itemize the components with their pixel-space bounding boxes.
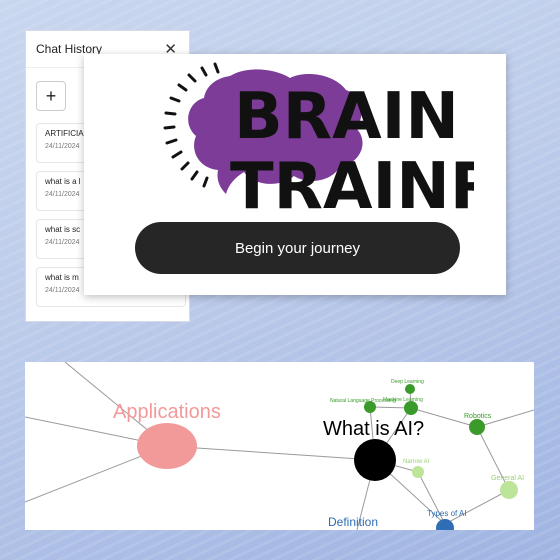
label-definition: Definition [328,515,378,529]
begin-journey-button[interactable]: Begin your journey [135,222,460,274]
mind-map-edges [25,362,534,530]
label-types-of-ai: Types of AI [427,509,467,518]
label-general-ai: General AI [491,475,524,482]
node-applications[interactable] [137,423,197,469]
brain-trainr-logo: BRAIN TRAINR [163,62,474,210]
label-narrow-ai: Narrow AI [403,459,430,465]
mind-map: Applications What is AI? Definition Deep… [25,362,534,530]
label-applications: Applications [113,401,221,423]
node-robotics[interactable] [469,419,485,435]
mind-map-graph: Applications What is AI? Definition Deep… [25,362,534,530]
node-what-is-ai[interactable] [354,439,396,481]
node-narrow-ai[interactable] [412,466,424,478]
logo-line2: TRAINR [230,150,474,210]
label-nlp: Natural Language Processing [330,398,396,404]
label-what-is-ai: What is AI? [323,418,424,440]
new-chat-button[interactable]: + [36,81,66,111]
label-robotics: Robotics [464,413,492,420]
label-deep-learning: Deep Learning [391,379,424,385]
logo-line1: BRAIN [234,80,459,154]
node-machine-learning[interactable] [404,401,418,415]
welcome-modal: BRAIN TRAINR Begin your journey [84,54,506,295]
node-deep-learning[interactable] [405,384,415,394]
node-general-ai[interactable] [500,481,518,499]
